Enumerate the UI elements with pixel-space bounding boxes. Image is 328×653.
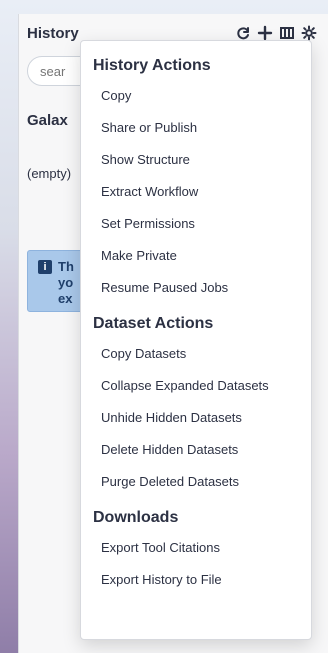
menu-section-title-history-actions: History Actions (93, 57, 211, 74)
menu-item-collapse-expanded-datasets[interactable]: Collapse Expanded Datasets (81, 369, 311, 401)
menu-item-export-history-to-file[interactable]: Export History to File (81, 563, 311, 595)
menu-item-delete-hidden-datasets[interactable]: Delete Hidden Datasets (81, 433, 311, 465)
menu-item-show-structure[interactable]: Show Structure (81, 143, 311, 175)
history-title: History (27, 24, 79, 42)
info-icon: i (38, 260, 52, 274)
menu-section-title-downloads: Downloads (93, 509, 179, 526)
menu-item-unhide-hidden-datasets[interactable]: Unhide Hidden Datasets (81, 401, 311, 433)
menu-item-copy[interactable]: Copy (81, 79, 311, 111)
menu-item-resume-paused-jobs[interactable]: Resume Paused Jobs (81, 271, 311, 303)
menu-item-extract-workflow[interactable]: Extract Workflow (81, 175, 311, 207)
menu-item-share-or-publish[interactable]: Share or Publish (81, 111, 311, 143)
menu-item-set-permissions[interactable]: Set Permissions (81, 207, 311, 239)
history-name: Galax (27, 112, 68, 129)
menu-item-export-tool-citations[interactable]: Export Tool Citations (81, 531, 311, 563)
gear-icon[interactable] (301, 25, 317, 41)
plus-icon[interactable] (257, 25, 273, 41)
alert-line-1: Th (58, 259, 74, 274)
menu-item-copy-datasets[interactable]: Copy Datasets (81, 337, 311, 369)
alert-lines: Th yo ex (58, 259, 74, 307)
menu-item-make-private[interactable]: Make Private (81, 239, 311, 271)
alert-line-3: ex (58, 291, 73, 306)
history-empty-text: (empty) (27, 166, 72, 181)
alert-line-2: yo (58, 275, 74, 290)
history-options-menu: History Actions Copy Share or Publish Sh… (80, 40, 312, 640)
menu-item-purge-deleted-datasets[interactable]: Purge Deleted Datasets (81, 465, 311, 497)
history-header-actions (235, 25, 317, 41)
refresh-icon[interactable] (235, 25, 251, 41)
menu-section-title-dataset-actions: Dataset Actions (93, 315, 214, 332)
columns-icon[interactable] (279, 25, 295, 41)
